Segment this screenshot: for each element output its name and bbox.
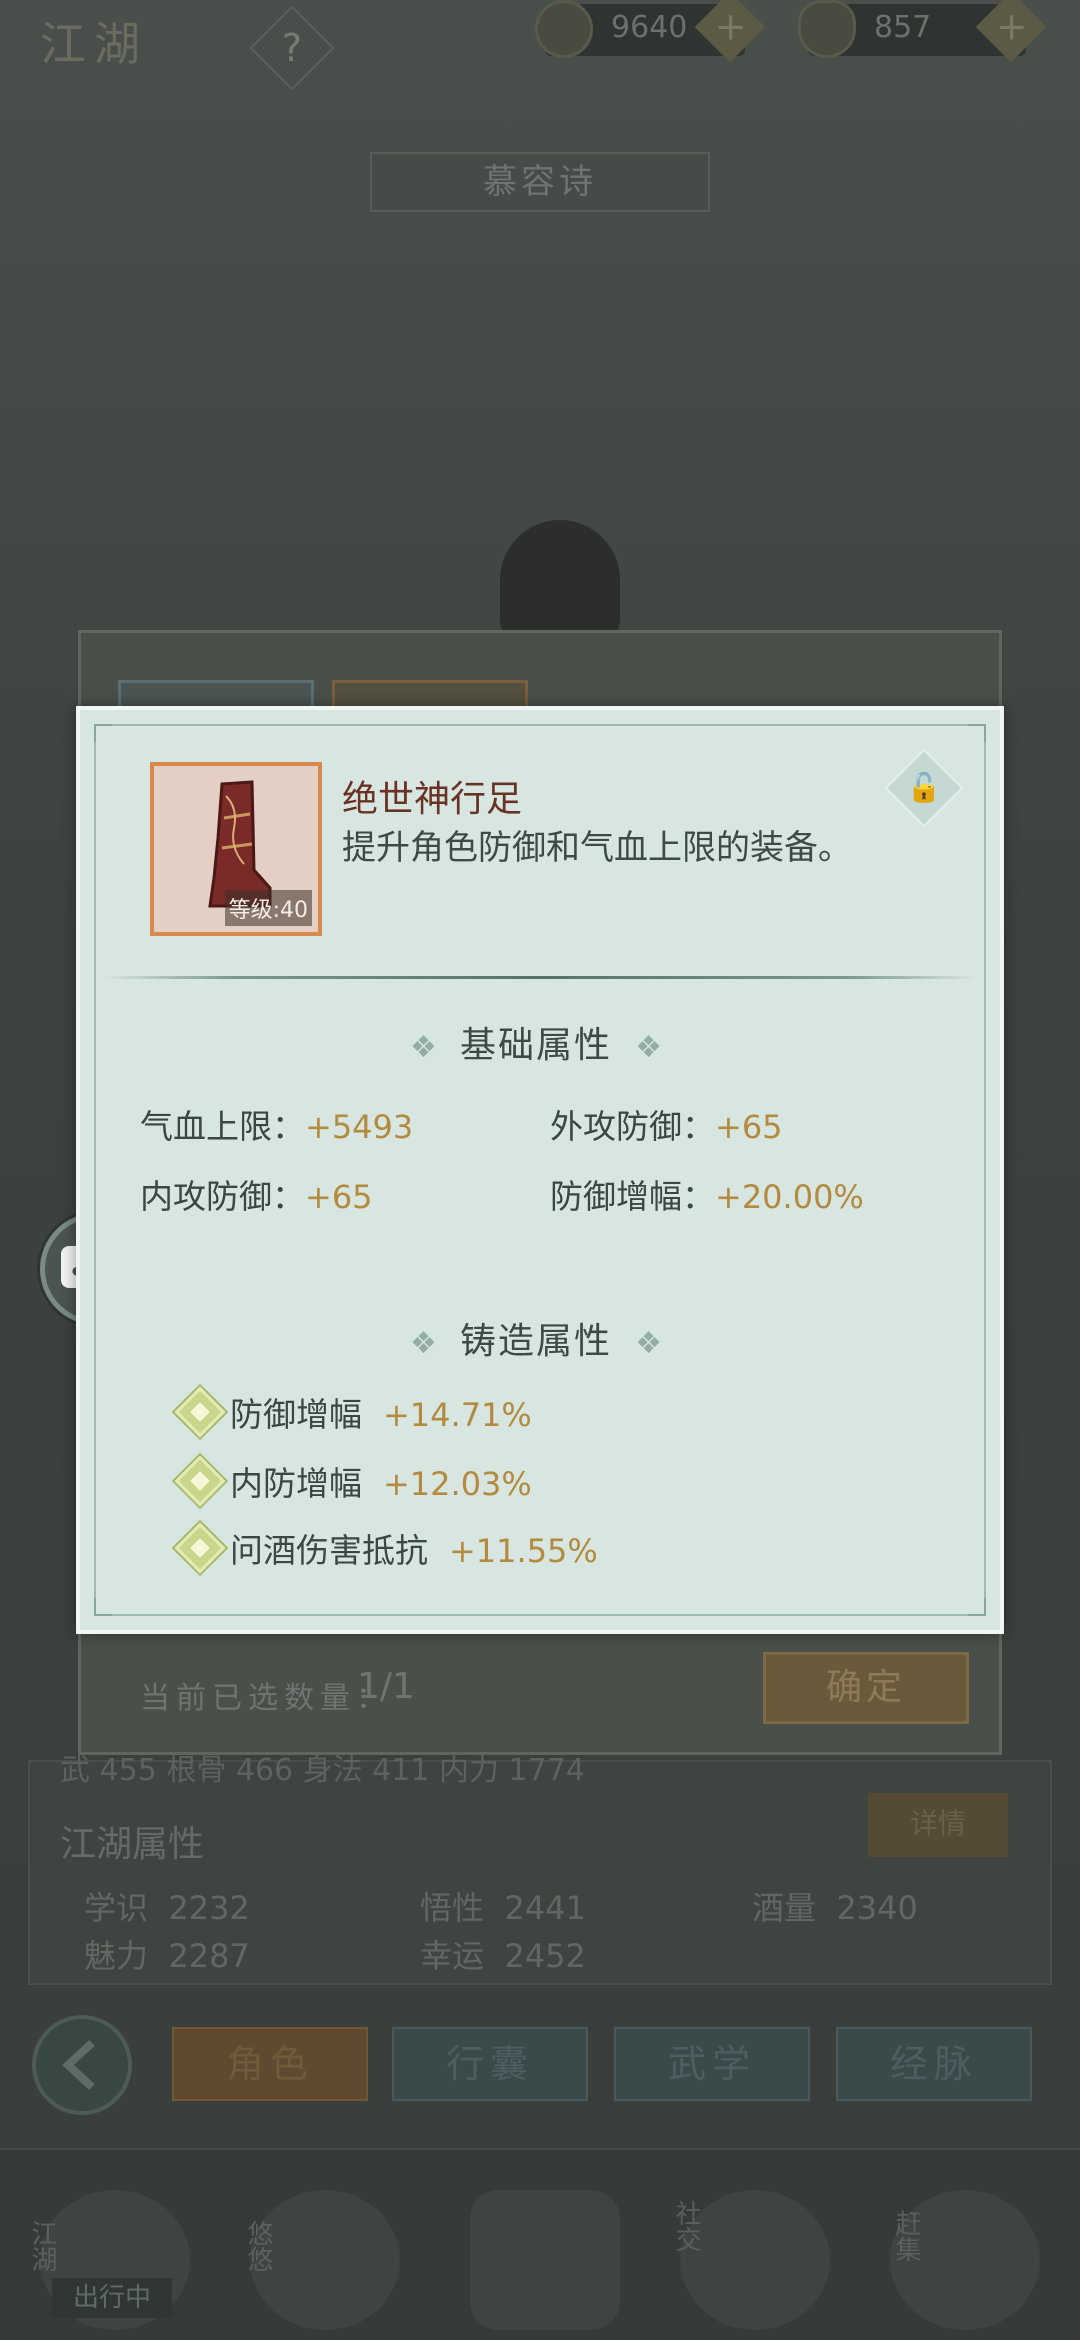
ingot-counter: 857 + — [798, 0, 1047, 63]
back-arrow-icon — [62, 2040, 95, 2090]
diamond-ornament-icon: ❖ — [635, 1030, 663, 1065]
dock-center[interactable] — [470, 2190, 620, 2330]
diamond-ornament-icon: ❖ — [410, 1326, 437, 1361]
dock-label: 赶集 — [891, 2210, 921, 2262]
corner-ornament — [968, 1598, 986, 1616]
details-button[interactable]: 详情 — [868, 1793, 1008, 1857]
basic-attributes-title: 基础属性 — [460, 1025, 613, 1066]
section-divider — [104, 976, 976, 979]
diamond-ornament-icon: ❖ — [410, 1030, 437, 1065]
app-logo-title: 江湖 — [40, 17, 148, 71]
attr-item: 魅力 2287 — [84, 1937, 250, 1975]
basic-attributes-header: ❖ 基础属性 ❖ — [410, 1016, 662, 1068]
travel-status-badge: 出行中 — [52, 2278, 172, 2318]
basic-attr-row: 防御增幅：+20.00% — [550, 1177, 864, 1216]
character-name: 慕容诗 — [370, 152, 710, 212]
attr-item: 酒量 2340 — [752, 1889, 918, 1927]
basic-attr-row: 内攻防御：+65 — [140, 1177, 373, 1216]
tab-inventory[interactable]: 行囊 — [392, 2027, 588, 2101]
back-button[interactable] — [32, 2015, 132, 2115]
confirm-button[interactable]: 确定 — [763, 1652, 969, 1724]
forge-attributes-header: ❖ 铸造属性 ❖ — [410, 1312, 662, 1364]
tab-meridians[interactable]: 经脉 — [836, 2027, 1032, 2101]
item-name: 绝世神行足 — [342, 779, 523, 820]
ingot-icon — [798, 0, 856, 58]
selected-count-value: 1/1 — [357, 1666, 415, 1707]
diamond-ornament-icon: ❖ — [635, 1326, 663, 1361]
plus-icon: + — [995, 4, 1028, 49]
item-level: 等级:40 — [224, 890, 312, 926]
plus-icon: + — [714, 4, 747, 49]
tab-martial-arts[interactable]: 武学 — [614, 2027, 810, 2101]
coin-value: 9640 — [611, 10, 688, 45]
attr-item: 幸运 2452 — [420, 1937, 586, 1975]
character-portrait — [500, 520, 620, 640]
basic-attr-row: 外攻防御：+65 — [550, 1107, 783, 1146]
help-icon: ? — [281, 26, 303, 70]
dock-label: 江湖 — [27, 2220, 57, 2272]
item-description: 提升角色防御和气血上限的装备。 — [342, 828, 852, 868]
coin-icon — [535, 0, 593, 58]
core-stats-row: 武 455 根骨 466 身法 411 内力 1774 — [60, 1753, 585, 1788]
attr-item: 悟性 2441 — [420, 1889, 586, 1927]
attr-item: 学识 2232 — [84, 1889, 250, 1927]
basic-attr-row: 气血上限：+5493 — [140, 1107, 414, 1146]
corner-ornament — [968, 724, 986, 742]
forge-attributes-title: 铸造属性 — [460, 1321, 613, 1362]
corner-ornament — [94, 724, 112, 742]
item-icon-frame: 等级:40 — [150, 762, 322, 936]
unlock-icon: 🔓 — [906, 771, 942, 804]
tab-character[interactable]: 角色 — [172, 2027, 368, 2101]
ingot-value: 857 — [874, 10, 932, 45]
dock-label: 悠悠 — [243, 2220, 273, 2272]
coin-counter: 9640 + — [535, 0, 766, 63]
corner-ornament — [94, 1598, 112, 1616]
selected-count-label: 当前已选数量： — [140, 1681, 392, 1716]
jianghu-attributes-title: 江湖属性 — [60, 1824, 205, 1865]
dock-label: 社交 — [671, 2200, 701, 2252]
